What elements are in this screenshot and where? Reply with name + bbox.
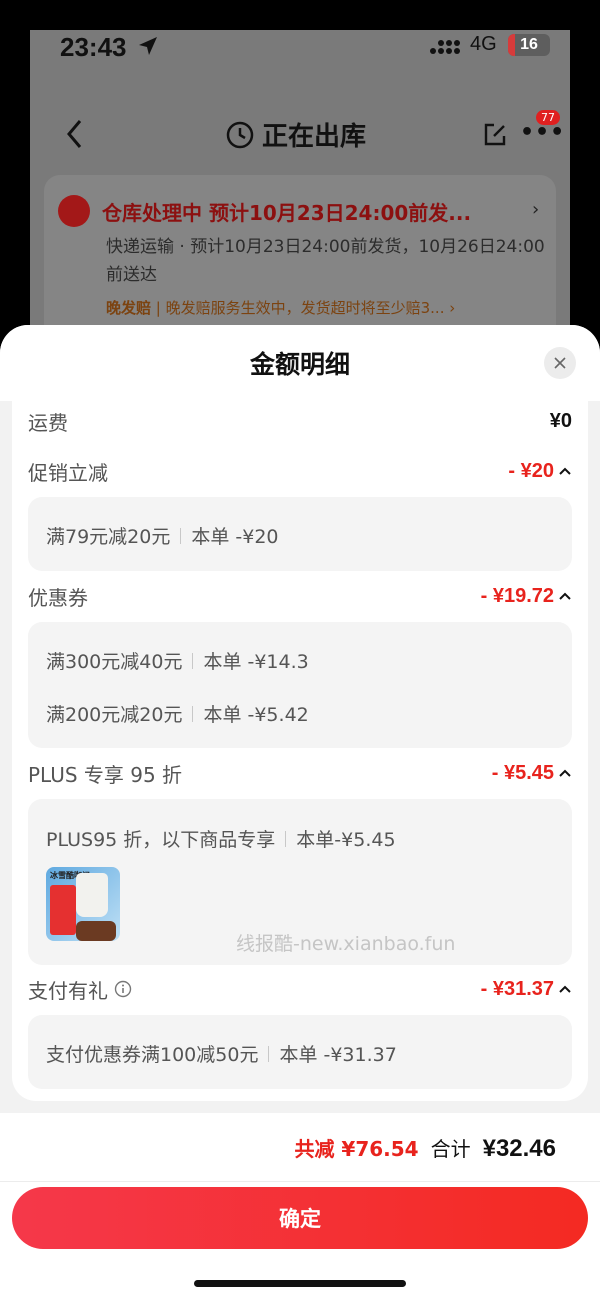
product-thumbnail[interactable]: 冰雪酷咖记 <box>46 867 120 941</box>
nav-bar: 正在出库 ••• 77 <box>30 100 570 170</box>
coupon-label: 优惠券 <box>28 585 88 610</box>
sheet-title: 金额明细 <box>249 350 350 379</box>
payment-label: 支付有礼 <box>28 978 108 1003</box>
clock-icon <box>226 121 254 148</box>
payment-amount: - ¥31.37 <box>480 977 554 1000</box>
chevron-up-icon[interactable] <box>558 466 572 476</box>
plus-row[interactable]: PLUS 专享 95 折 - ¥5.45 <box>28 753 572 793</box>
total-amount: ¥32.46 <box>482 1135 556 1162</box>
confirm-button[interactable]: 确定 <box>12 1187 588 1249</box>
plus-label: PLUS 专享 95 折 <box>28 762 183 787</box>
shipping-row: 运费 ¥0 <box>28 401 572 441</box>
location-arrow-icon <box>139 37 157 55</box>
plus-amount: - ¥5.45 <box>491 761 554 784</box>
chevron-up-icon[interactable] <box>558 984 572 994</box>
guarantee-line: 晚发赔 | 晚发赔服务生效中，发货超时将至少赔3... › <box>106 299 456 317</box>
message-badge: 77 <box>536 110 560 125</box>
list-item: 支付优惠券满100减50元 本单 -¥31.37 <box>46 1044 397 1066</box>
close-icon <box>554 357 566 369</box>
back-icon[interactable] <box>64 118 84 150</box>
chevron-up-icon[interactable] <box>558 591 572 601</box>
shipment-detail: 快递运输 · 预计10月23日24:00前发货，10月26日24:00前送达 <box>106 237 545 285</box>
signal-icon <box>430 40 460 54</box>
divider <box>0 1181 600 1182</box>
battery-icon: 16 <box>508 34 550 56</box>
promo-label: 促销立减 <box>28 460 108 485</box>
payment-detail-box: 支付优惠券满100减50元 本单 -¥31.37 <box>28 1015 572 1089</box>
info-icon[interactable] <box>114 980 132 998</box>
sheet-footer: 共减 ¥76.54 合计 ¥32.46 确定 <box>0 1113 600 1300</box>
coupon-row[interactable]: 优惠券 - ¥19.72 <box>28 576 572 616</box>
total-summary: 共减 ¥76.54 合计 ¥32.46 <box>294 1133 556 1163</box>
list-item: 满79元减20元 本单 -¥20 <box>46 526 279 548</box>
status-time: 23:43 <box>60 32 127 62</box>
home-indicator <box>194 1280 406 1287</box>
list-item: 满300元减40元 本单 -¥14.3 <box>46 651 309 673</box>
coupon-detail-box: 满300元减40元 本单 -¥14.3 满200元减20元 本单 -¥5.42 <box>28 622 572 748</box>
network-type: 4G <box>470 33 497 55</box>
chevron-right-icon: › <box>532 199 540 220</box>
sheet-header: 金额明细 <box>0 325 600 401</box>
amount-detail-sheet: 金额明细 运费 ¥0 促销立减 - ¥20 满79元减20元 本单 -¥20 优惠… <box>0 325 600 1300</box>
detail-panel: 运费 ¥0 促销立减 - ¥20 满79元减20元 本单 -¥20 优惠券 - ¥… <box>12 401 588 1101</box>
status-bar: 23:43 4G 16 <box>30 30 570 66</box>
list-item: 满200元减20元 本单 -¥5.42 <box>46 704 309 726</box>
total-saved: 共减 ¥76.54 <box>294 1137 419 1161</box>
promo-detail-box: 满79元减20元 本单 -¥20 <box>28 497 572 571</box>
coupon-amount: - ¥19.72 <box>480 584 554 607</box>
payment-row[interactable]: 支付有礼 - ¥31.37 <box>28 969 572 1009</box>
list-item: PLUS95 折，以下商品专享 本单-¥5.45 <box>46 829 396 851</box>
warehouse-icon <box>58 195 90 227</box>
total-label: 合计 <box>430 1137 471 1161</box>
share-icon[interactable] <box>482 122 508 148</box>
nav-title: 正在出库 <box>226 116 366 153</box>
shipment-headline: 仓库处理中 预计10月23日24:00前发... <box>102 201 472 225</box>
shipping-label: 运费 <box>28 410 68 435</box>
chevron-up-icon[interactable] <box>558 768 572 778</box>
close-button[interactable] <box>544 347 576 379</box>
promo-row[interactable]: 促销立减 - ¥20 <box>28 451 572 491</box>
shipping-amount: ¥0 <box>549 409 572 432</box>
watermark: 线报酷-new.xianbao.fun <box>236 933 456 955</box>
promo-amount: - ¥20 <box>508 459 554 482</box>
